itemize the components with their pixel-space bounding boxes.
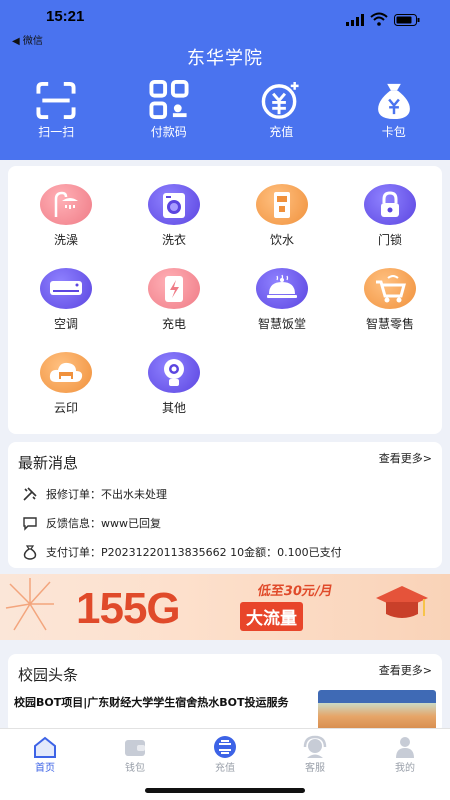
news-item-text: 不出水未处理	[101, 488, 167, 501]
service-charging[interactable]: 充电	[120, 250, 228, 332]
scan-icon	[36, 81, 76, 120]
news-item-label: 反馈信息：	[46, 517, 101, 530]
news-title: 最新消息	[18, 454, 79, 472]
cloud-print-icon	[40, 352, 92, 393]
service-label: 云印	[53, 401, 78, 415]
tab-label: 首页	[35, 763, 55, 774]
service-air-conditioner[interactable]: 空调	[12, 250, 120, 332]
tab-customer-service[interactable]: 客服	[270, 735, 360, 774]
recharge-tab-icon	[214, 736, 236, 758]
feedback-chat-icon	[23, 517, 37, 531]
service-label: 智慧饭堂	[257, 317, 306, 331]
service-canteen[interactable]: 智慧饭堂	[228, 250, 336, 332]
qr-code-icon	[149, 80, 189, 120]
service-laundry[interactable]: 洗衣	[120, 166, 228, 248]
banner-price: 低至30元/月	[256, 584, 334, 599]
service-label: 门锁	[377, 233, 402, 247]
tab-home[interactable]: 首页	[0, 735, 90, 774]
service-shower[interactable]: 洗澡	[12, 166, 120, 248]
service-label: 充电	[161, 317, 186, 331]
promo-banner[interactable]: 155G 低至30元/月 大流量	[0, 574, 450, 640]
customer-service-icon	[303, 735, 327, 758]
news-item-text: www已回复	[101, 517, 161, 530]
services-panel: 洗澡 洗衣 饮水 门锁 空调 充电 智慧饭堂 智慧零售 云印 其他	[8, 166, 442, 434]
service-label: 洗衣	[161, 233, 186, 247]
service-label: 洗澡	[53, 233, 78, 247]
graduation-cap-icon	[376, 586, 428, 618]
news-more-link[interactable]: 查看更多>	[379, 450, 432, 466]
news-item-text: P20231220113835662 10金额：0.100已支付	[101, 546, 342, 559]
tab-label: 充值	[215, 763, 235, 774]
payment-bag-icon	[23, 545, 37, 560]
service-other[interactable]: 其他	[120, 334, 228, 416]
canteen-icon	[256, 268, 308, 309]
charging-icon	[148, 268, 200, 309]
service-retail[interactable]: 智慧零售	[336, 250, 444, 332]
home-icon	[34, 736, 56, 758]
service-label: 其他	[161, 401, 186, 415]
header: 15:21 ◀ 微信 东华学院 扫一扫 付款码 充值 卡包	[0, 0, 450, 160]
wallet-bag-icon	[377, 83, 410, 120]
quick-action-recharge[interactable]: 充值	[225, 80, 338, 140]
news-item[interactable]: 报修订单： 不出水未处理	[22, 486, 167, 502]
campus-more-link[interactable]: 查看更多>	[379, 662, 432, 678]
service-label: 空调	[53, 317, 78, 331]
service-cloud-print[interactable]: 云印	[12, 334, 120, 416]
campus-headline[interactable]: 校园BOT项目|广东财经大学学生宿舍热水BOT投运服务	[14, 694, 320, 710]
shower-icon	[40, 184, 92, 225]
tab-label: 客服	[305, 763, 325, 774]
quick-action-paycode[interactable]: 付款码	[113, 80, 226, 140]
tab-recharge[interactable]: 充值	[180, 735, 270, 774]
quick-actions: 扫一扫 付款码 充值 卡包	[0, 80, 450, 140]
quick-action-card-bag[interactable]: 卡包	[338, 80, 450, 140]
quick-action-label: 卡包	[381, 125, 406, 139]
service-water[interactable]: 饮水	[228, 166, 336, 248]
page-title: 东华学院	[187, 48, 263, 69]
other-icon	[148, 352, 200, 393]
door-lock-icon	[364, 184, 416, 225]
quick-action-label: 扫一扫	[38, 125, 75, 139]
service-door-lock[interactable]: 门锁	[336, 166, 444, 248]
quick-action-label: 充值	[269, 125, 294, 139]
wallet-icon	[125, 740, 145, 756]
campus-news-panel: 校园头条 查看更多> 校园BOT项目|广东财经大学学生宿舍热水BOT投运服务	[8, 654, 442, 734]
tab-label: 我的	[395, 763, 415, 774]
status-time: 15:21	[46, 8, 85, 25]
battery-icon	[394, 14, 420, 26]
tab-wallet[interactable]: 钱包	[90, 735, 180, 774]
quick-action-scan[interactable]: 扫一扫	[0, 80, 113, 140]
tab-label: 钱包	[125, 763, 145, 774]
news-item[interactable]: 支付订单： P20231220113835662 10金额：0.100已支付	[22, 544, 342, 560]
wifi-icon	[370, 12, 388, 26]
home-indicator[interactable]	[145, 788, 305, 793]
news-item-label: 支付订单：	[46, 546, 101, 559]
banner-headline: 155G	[76, 584, 181, 633]
service-label: 饮水	[269, 233, 294, 247]
news-item[interactable]: 反馈信息： www已回复	[22, 515, 161, 531]
air-conditioner-icon	[40, 268, 92, 309]
banner-tag: 大流量	[240, 602, 303, 631]
service-label: 智慧零售	[365, 317, 414, 331]
repair-tools-icon	[23, 487, 37, 501]
recharge-icon	[261, 81, 299, 119]
quick-action-label: 付款码	[150, 125, 187, 139]
profile-icon	[396, 737, 414, 758]
campus-title: 校园头条	[18, 666, 79, 684]
water-dispenser-icon	[256, 184, 308, 225]
firework-decoration-icon	[5, 578, 54, 631]
status-bar: 15:21 ◀ 微信	[0, 6, 450, 47]
washing-machine-icon	[148, 184, 200, 225]
tab-profile[interactable]: 我的	[360, 735, 450, 774]
latest-news-panel: 最新消息 查看更多> 报修订单： 不出水未处理 反馈信息： www已回复 支付订…	[8, 442, 442, 568]
news-item-label: 报修订单：	[46, 488, 101, 501]
retail-cart-icon	[364, 268, 416, 309]
signal-icon	[346, 14, 364, 26]
